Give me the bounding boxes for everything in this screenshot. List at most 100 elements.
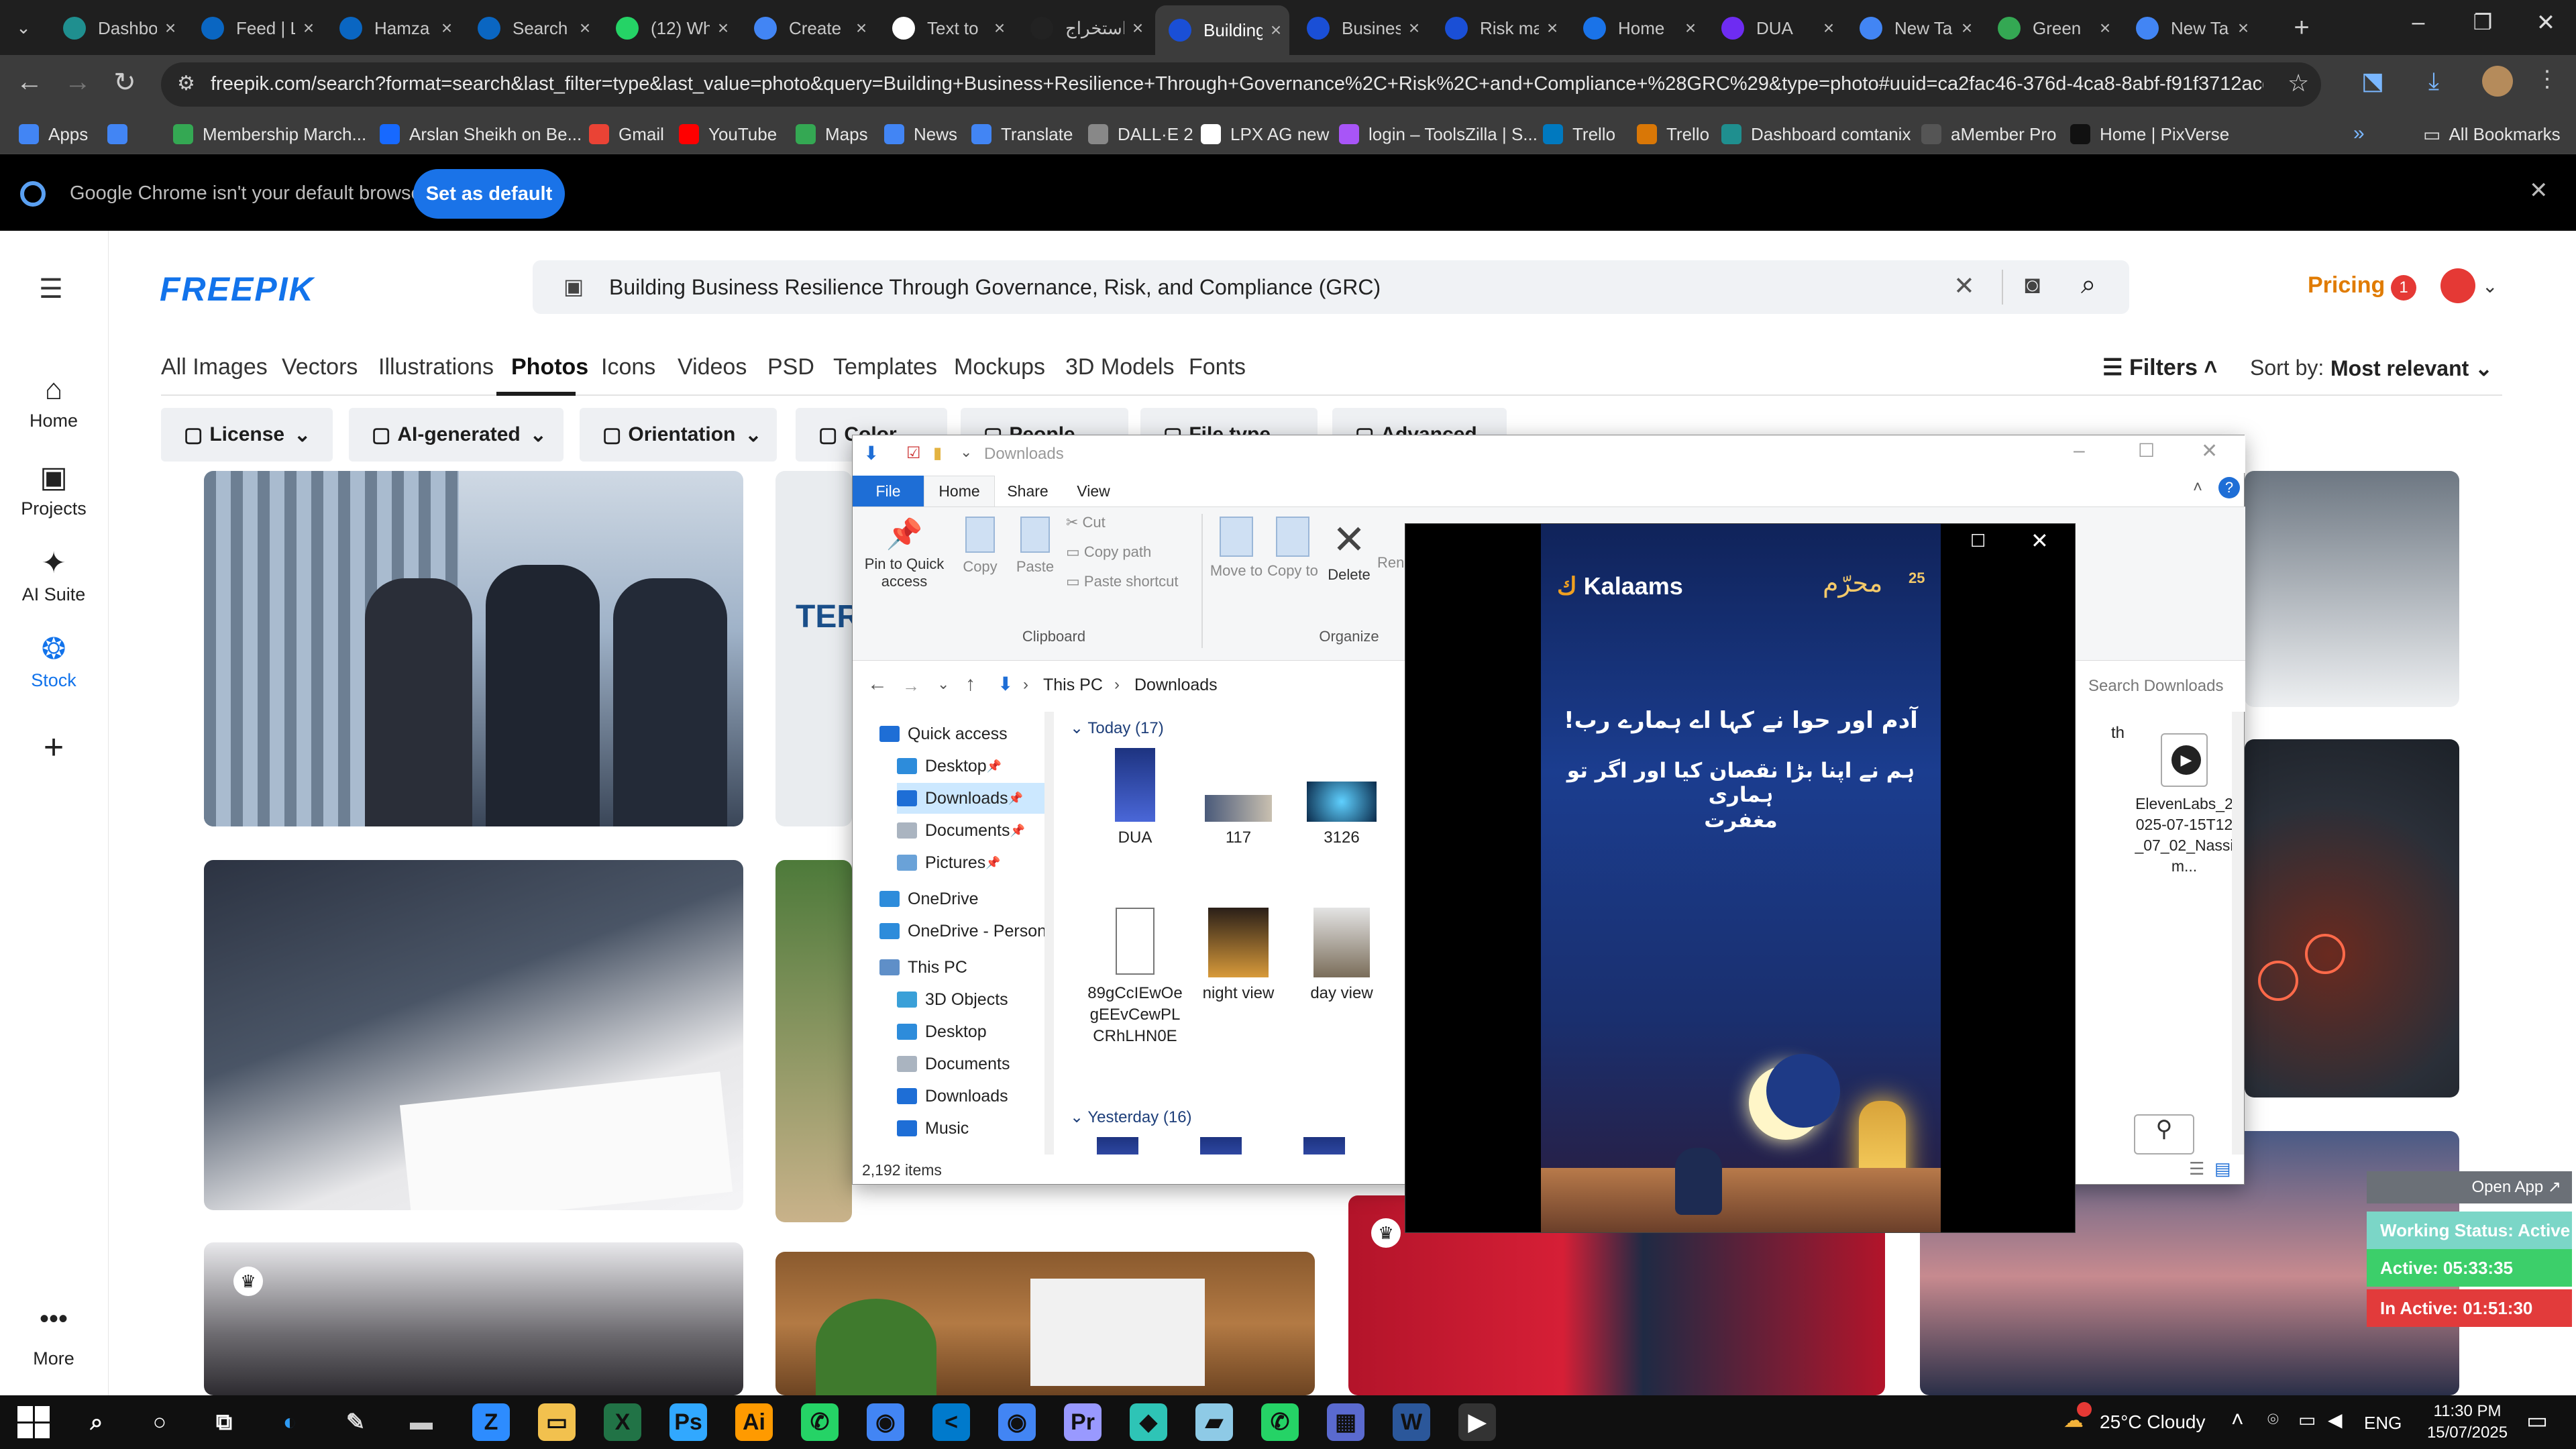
- pin-icon[interactable]: 📌: [985, 856, 1000, 870]
- more-dots-icon[interactable]: •••: [0, 1304, 107, 1334]
- taskbar-search-icon[interactable]: ⌕: [78, 1403, 115, 1441]
- category-tab-8[interactable]: Mockups: [954, 354, 1045, 380]
- bookmark-6[interactable]: Maps: [796, 114, 868, 154]
- tab-13[interactable]: New Tab×: [1846, 7, 1980, 50]
- sidebar-ai-suite[interactable]: ✦ AI Suite: [0, 546, 107, 605]
- search-downloads-input[interactable]: Search Downloads: [2088, 677, 2223, 696]
- clear-search-icon[interactable]: ✕: [1953, 271, 1975, 301]
- pin-icon[interactable]: 📌: [1008, 792, 1023, 806]
- filter-chip-1[interactable]: ▢ AI-generated ⌄: [349, 408, 564, 462]
- taskbar-app-8-icon[interactable]: ◉: [998, 1403, 1036, 1441]
- search-icon[interactable]: ⌕: [2081, 270, 2096, 300]
- category-tab-4[interactable]: Icons: [601, 354, 655, 380]
- bookmark-0[interactable]: Apps: [19, 114, 88, 154]
- details-view-icon[interactable]: ☰: [2189, 1159, 2204, 1179]
- tab-14[interactable]: Green ×: [1984, 7, 2118, 50]
- sidebar-stock[interactable]: ❂ Stock: [0, 632, 107, 691]
- tab-close-icon[interactable]: ×: [1677, 17, 1704, 39]
- nav-scrollbar[interactable]: [1044, 712, 1054, 1155]
- tab-6[interactable]: Text to ×: [879, 7, 1013, 50]
- photo-tablet-ter[interactable]: TER: [775, 471, 852, 826]
- start-button[interactable]: [17, 1406, 50, 1438]
- bookmark-4[interactable]: Gmail: [589, 114, 664, 154]
- tab-8[interactable]: Building ×: [1155, 5, 1289, 55]
- video-close-icon[interactable]: ✕: [2031, 528, 2049, 553]
- close-window-icon[interactable]: ✕: [2522, 9, 2569, 44]
- photo-security-locks[interactable]: [2245, 739, 2459, 1097]
- help-icon[interactable]: ?: [2218, 477, 2240, 498]
- camera-icon[interactable]: ◙: [2025, 271, 2040, 300]
- taskbar-app-0-icon[interactable]: Z: [472, 1403, 510, 1441]
- bookmark-11[interactable]: login – ToolsZilla | S...: [1339, 114, 1538, 154]
- nav-item-11[interactable]: Downloads: [897, 1081, 1008, 1112]
- tab-close-icon[interactable]: ×: [1124, 17, 1151, 39]
- video-frame[interactable]: ك Kalaams محرّم 25 آدم اور حوا نے کہا اے…: [1541, 524, 1941, 1232]
- file-scrollbar[interactable]: [2232, 712, 2244, 1155]
- nav-item-2[interactable]: Downloads 📌: [897, 783, 1044, 814]
- tab-close-icon[interactable]: ×: [1815, 17, 1842, 39]
- tab-9[interactable]: Business×: [1293, 7, 1428, 50]
- photo-family[interactable]: [775, 860, 852, 1222]
- file-117[interactable]: 117: [1188, 748, 1289, 849]
- clock-date[interactable]: 15/07/2025: [2415, 1424, 2520, 1442]
- nav-item-12[interactable]: Music: [897, 1113, 969, 1144]
- file-89gc[interactable]: 89gCcIEwOegEEvCewPLCRhLHN0E: [1085, 908, 1185, 1047]
- file-partial-name[interactable]: th: [2080, 724, 2125, 804]
- language-indicator[interactable]: ENG: [2364, 1413, 2402, 1434]
- taskbar-app-5-icon[interactable]: ✆: [801, 1403, 839, 1441]
- bookmark-10[interactable]: LPX AG new: [1201, 114, 1329, 154]
- file-thumb-bike[interactable]: ⚲: [2134, 1114, 2194, 1155]
- taskbar-app-12-icon[interactable]: ✆: [1261, 1403, 1299, 1441]
- category-tab-3[interactable]: Photos: [511, 354, 588, 380]
- menu-dots-icon[interactable]: ⋮: [2536, 66, 2559, 93]
- photo-business-meeting-hands[interactable]: [204, 860, 743, 1210]
- new-tab-button[interactable]: +: [2285, 12, 2318, 43]
- image-type-icon[interactable]: ▣: [564, 274, 584, 299]
- group-yesterday[interactable]: ⌄ Yesterday (16): [1070, 1108, 1192, 1127]
- tab-7[interactable]: استخراج ×: [1017, 7, 1151, 50]
- hamburger-icon[interactable]: ☰: [39, 274, 63, 305]
- tab-close-icon[interactable]: ×: [433, 17, 460, 39]
- taskbar-app-3-icon[interactable]: Ps: [669, 1403, 707, 1441]
- paste-shortcut-button[interactable]: ▭ Paste shortcut: [1066, 573, 1179, 590]
- tab-close-icon[interactable]: ×: [1263, 19, 1289, 41]
- tab-close-icon[interactable]: ×: [1401, 17, 1428, 39]
- tab-close-icon[interactable]: ×: [572, 17, 598, 39]
- profile-avatar[interactable]: [2482, 66, 2513, 97]
- delete-button[interactable]: ✕ Delete: [1322, 517, 1376, 584]
- category-tab-10[interactable]: Fonts: [1189, 354, 1246, 380]
- notifications-badge[interactable]: 1: [2391, 275, 2416, 301]
- bookmark-star-icon[interactable]: ☆: [2288, 69, 2309, 97]
- tab-close-icon[interactable]: ×: [2230, 17, 2257, 39]
- infobar-close-icon[interactable]: ✕: [2529, 177, 2548, 204]
- nav-item-0[interactable]: Quick access: [879, 718, 1008, 749]
- move-to-button[interactable]: Move to: [1210, 517, 1263, 580]
- ribbon-tab-file[interactable]: File: [853, 476, 924, 506]
- set-default-button[interactable]: Set as default: [413, 169, 565, 219]
- tab-close-icon[interactable]: ×: [1539, 17, 1566, 39]
- tab-10[interactable]: Risk management×: [1432, 7, 1566, 50]
- filter-chip-0[interactable]: ▢ License ⌄: [161, 408, 333, 462]
- minimize-icon[interactable]: –: [2395, 9, 2442, 44]
- taskbar-app-2-icon[interactable]: X: [604, 1403, 641, 1441]
- cortana-icon[interactable]: ○: [141, 1403, 178, 1441]
- filters-button[interactable]: ☰ Filters ˄: [2102, 354, 2217, 381]
- copy-to-button[interactable]: Copy to: [1266, 517, 1320, 580]
- add-icon[interactable]: +: [0, 727, 107, 767]
- large-icons-view-icon[interactable]: ▤: [2214, 1159, 2231, 1179]
- properties-icon[interactable]: ☑: [906, 443, 921, 463]
- taskbar-app-13-icon[interactable]: ▦: [1327, 1403, 1364, 1441]
- taskbar-app-14-icon[interactable]: W: [1393, 1403, 1430, 1441]
- weather-text[interactable]: 25°C Cloudy: [2100, 1411, 2206, 1433]
- bookmark-1[interactable]: [107, 114, 137, 154]
- wifi-icon[interactable]: ▭: [2298, 1409, 2316, 1431]
- tab-4[interactable]: (12) WhatsApp×: [602, 7, 737, 50]
- photo-team-meeting[interactable]: ♛: [204, 1242, 743, 1395]
- tab-close-icon[interactable]: ×: [1953, 17, 1980, 39]
- explorer-back-icon[interactable]: ←: [867, 673, 888, 696]
- file-thumb-yesterday-2[interactable]: [1200, 1137, 1242, 1155]
- up-icon[interactable]: ↑: [965, 673, 975, 696]
- user-menu-chevron-icon[interactable]: ⌄: [2482, 275, 2498, 297]
- ribbon-tab-view[interactable]: View: [1061, 476, 1126, 506]
- tab-0[interactable]: Dashboard×: [50, 7, 184, 50]
